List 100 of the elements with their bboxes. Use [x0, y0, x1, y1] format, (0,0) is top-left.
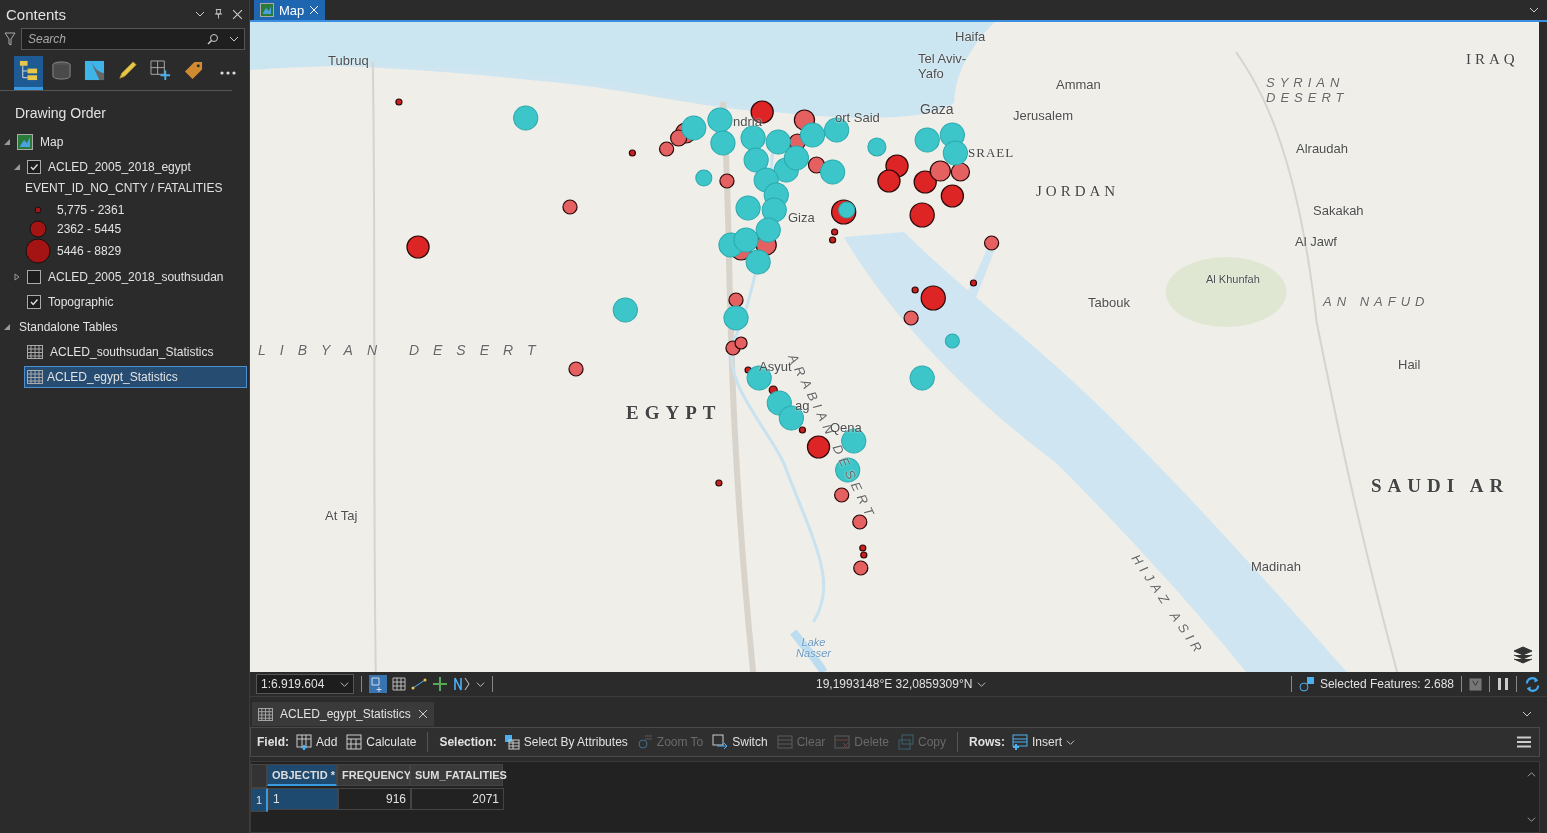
add-field-icon: [296, 734, 312, 750]
select-table-icon: [503, 734, 520, 750]
coordinates-readout: 19,1993148°E 32,0859309°N: [816, 677, 973, 691]
insert-row-icon: [1012, 734, 1028, 750]
insert-button[interactable]: Insert: [1012, 734, 1076, 750]
map-label: Madinah: [1251, 560, 1301, 575]
scroll-up-icon[interactable]: [1526, 770, 1536, 779]
map-tab[interactable]: Map: [254, 0, 326, 20]
map-label: JORDAN: [1036, 183, 1120, 201]
layer-checkbox[interactable]: [27, 294, 41, 309]
map-label: Tubruq: [328, 54, 369, 69]
filter-icon[interactable]: [4, 32, 16, 46]
map-label: Tabouk: [1088, 296, 1130, 311]
row-number[interactable]: 1: [251, 788, 268, 812]
legend-label: 5,775 - 2361: [57, 202, 125, 217]
layer-name[interactable]: ACLED_2005_2018_southsudan: [46, 266, 226, 287]
close-icon[interactable]: [232, 8, 243, 20]
circle-symbol-icon: [34, 205, 42, 214]
table-cell: 916: [338, 788, 411, 810]
pause-icon[interactable]: [1497, 677, 1509, 691]
map-label: At Taj: [325, 509, 358, 524]
layer-checkbox[interactable]: [27, 269, 41, 284]
group-name[interactable]: Standalone Tables: [17, 316, 120, 337]
table-icon: [27, 344, 43, 359]
map-label: Giza: [788, 211, 815, 226]
map-label: SRAEL: [968, 146, 1015, 161]
basemap-icon[interactable]: [1513, 646, 1533, 664]
chevron-down-icon[interactable]: [476, 679, 485, 689]
map-name[interactable]: Map: [38, 131, 66, 152]
expand-arrow-icon[interactable]: [13, 272, 22, 281]
selected-features-icon[interactable]: [1298, 676, 1315, 692]
toolbar-group-label: Rows:: [969, 735, 1005, 749]
more-icon[interactable]: [220, 71, 236, 75]
map-label: Jerusalem: [1013, 109, 1073, 124]
table-icon: [258, 707, 273, 721]
collapse-arrow-icon[interactable]: [3, 137, 12, 146]
chevron-down-icon[interactable]: [1529, 5, 1539, 15]
table-cell: 2071: [411, 788, 504, 810]
map-label: Gaza: [920, 101, 954, 118]
scale-dropdown[interactable]: 1:6.919.604: [256, 674, 354, 694]
map-icon: [17, 133, 33, 150]
clear-icon: [776, 734, 793, 750]
chevron-down-icon[interactable]: [195, 9, 205, 19]
chevron-down-icon[interactable]: [229, 34, 239, 44]
grid-icon[interactable]: [392, 677, 406, 691]
map-label: Lake Nasser: [795, 637, 832, 659]
table-tab[interactable]: ACLED_egypt_Statistics: [252, 702, 434, 726]
map-label: Sakakah: [1313, 204, 1364, 219]
refresh-icon[interactable]: [1524, 675, 1541, 693]
add-button[interactable]: Add: [296, 734, 338, 750]
caret-icon: [340, 679, 349, 689]
select-by-attributes-button[interactable]: Select By Attributes: [503, 734, 628, 750]
chevron-down-icon[interactable]: [1522, 709, 1532, 719]
map-label: SAUDI AR: [1371, 475, 1510, 497]
collapse-arrow-icon[interactable]: [13, 162, 22, 171]
layer-name[interactable]: ACLED_2005_2018_egypt: [46, 156, 193, 177]
search-field[interactable]: Search: [21, 28, 245, 50]
map-label: AN NAFUD: [1323, 295, 1430, 310]
copy-icon: [898, 734, 914, 750]
delete-row-icon: [834, 734, 851, 750]
scroll-down-icon[interactable]: [1526, 815, 1536, 824]
search-icon[interactable]: [207, 33, 219, 45]
map-label: Al Khunfah: [1206, 273, 1260, 286]
table-name[interactable]: ACLED_southsudan_Statistics: [48, 341, 216, 362]
column-header[interactable]: FREQUENCY: [337, 764, 410, 786]
map-label: Tel Aviv-Yafo: [918, 52, 968, 82]
map-label: IRAQ: [1466, 51, 1519, 69]
layer-icon[interactable]: [1469, 677, 1482, 691]
table-cell: 1: [268, 788, 338, 810]
map-label: Alraudah: [1296, 142, 1349, 157]
checkmark-icon: [29, 296, 39, 307]
section-heading: Drawing Order: [14, 105, 108, 123]
toolbar-group-label: Field:: [257, 735, 289, 749]
calculate-button[interactable]: Calculate: [346, 734, 417, 750]
collapse-arrow-icon[interactable]: [3, 322, 12, 331]
column-header[interactable]: OBJECTID *: [267, 764, 337, 786]
legend-field: EVENT_ID_NO_CNTY / FATALITIES: [25, 179, 249, 200]
legend-label: 2362 - 5445: [57, 221, 122, 236]
north-arrow-icon[interactable]: [453, 676, 471, 692]
table-name[interactable]: ACLED_egypt_Statistics: [24, 365, 247, 388]
crosshair-icon[interactable]: [432, 676, 448, 692]
menu-icon[interactable]: [1517, 736, 1531, 748]
map-label: SYRIAN DESERT: [1266, 76, 1350, 106]
snapping-icon[interactable]: [411, 676, 427, 692]
toolbar-group-label: Selection:: [439, 735, 497, 749]
map-label: Al Jawf: [1295, 235, 1337, 250]
map-label: Haifa: [955, 30, 986, 45]
layer-checkbox[interactable]: [27, 159, 41, 174]
switch-button[interactable]: Switch: [712, 734, 768, 750]
pane-title: Contents: [6, 5, 67, 23]
chevron-down-icon[interactable]: [977, 679, 987, 689]
map-label: EGYPT: [626, 402, 722, 424]
layer-name[interactable]: Topographic: [46, 291, 116, 312]
close-icon[interactable]: [417, 709, 428, 719]
fixed-zoom-icon[interactable]: [369, 675, 387, 693]
map-label: Amman: [1056, 78, 1101, 93]
drawing-order-icon[interactable]: [14, 56, 43, 90]
zoom-icon: [636, 734, 653, 750]
switch-arrows-icon: [712, 734, 729, 750]
pin-icon[interactable]: [214, 8, 223, 20]
